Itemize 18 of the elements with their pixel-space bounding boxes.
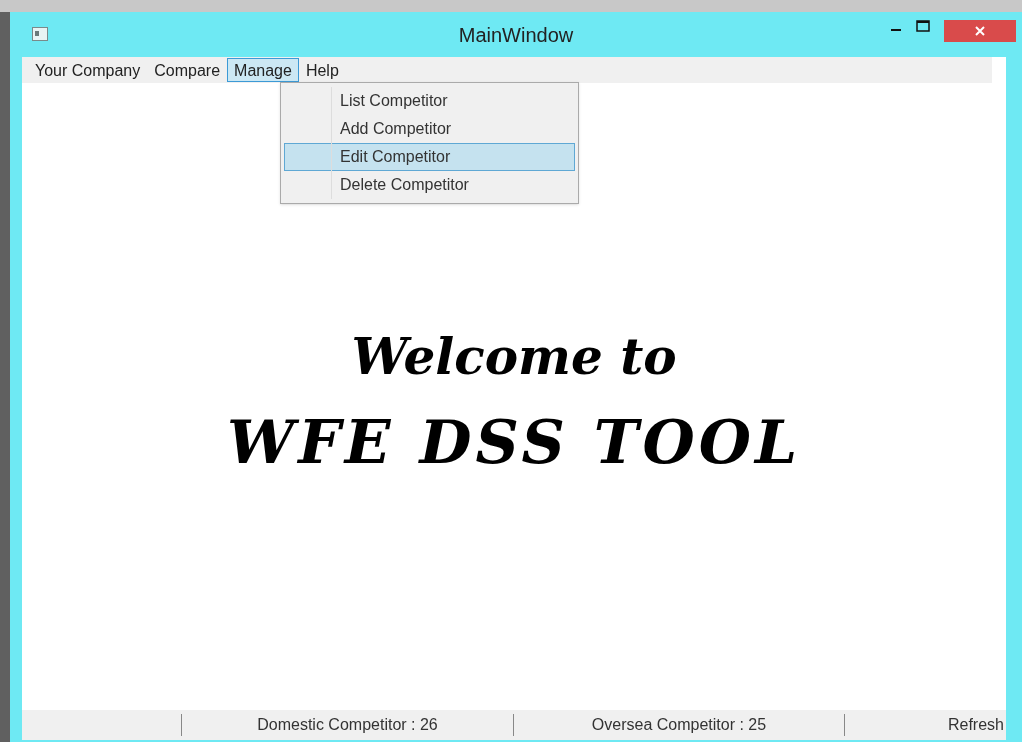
close-icon <box>975 26 985 36</box>
menu-item[interactable]: Manage <box>227 58 299 82</box>
menu-item[interactable]: Your Company <box>28 58 148 82</box>
close-button[interactable] <box>944 20 1016 42</box>
menu-item[interactable]: Compare <box>147 58 228 82</box>
dropdown-item[interactable]: List Competitor <box>284 87 575 115</box>
app-icon <box>32 27 48 41</box>
refresh-button[interactable]: Refresh <box>947 713 1006 737</box>
dropdown-item[interactable]: Delete Competitor <box>284 171 575 199</box>
domestic-count: Domestic Competitor : 26 <box>256 715 439 735</box>
window-title: MainWindow <box>458 22 574 48</box>
dropdown-item[interactable]: Add Competitor <box>284 115 575 143</box>
oversea-count: Oversea Competitor : 25 <box>590 715 768 735</box>
welcome-heading: WFE DSS TOOL <box>226 405 802 479</box>
welcome-heading: Welcome to <box>351 325 677 388</box>
maximize-icon[interactable] <box>916 20 930 32</box>
dropdown-item[interactable]: Edit Competitor <box>284 143 575 171</box>
menu-item[interactable]: Help <box>298 58 346 82</box>
